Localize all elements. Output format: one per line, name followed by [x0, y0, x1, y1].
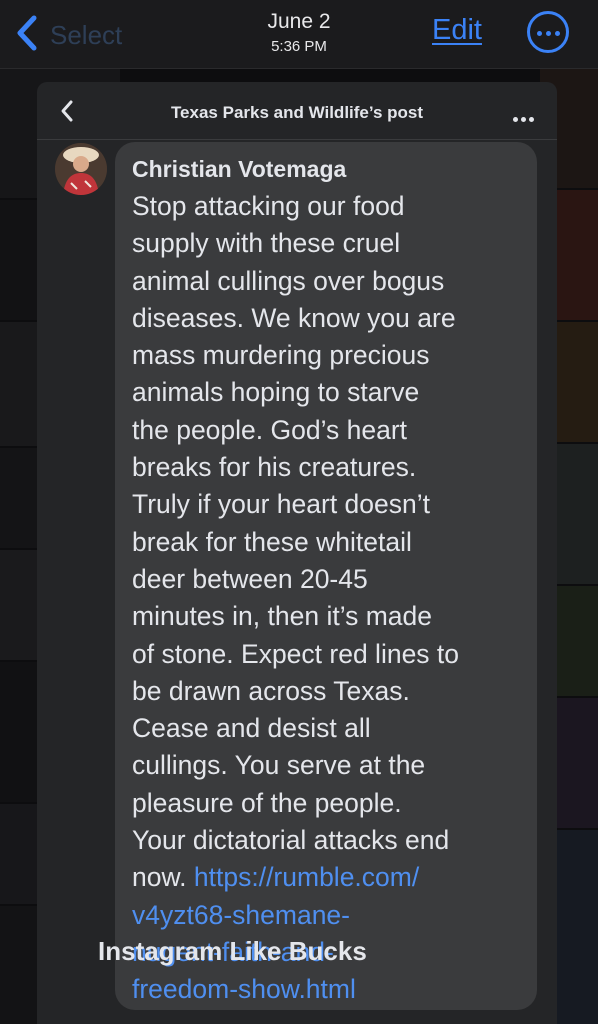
comment-line: minutes in, then it’s made: [132, 601, 433, 632]
facebook-post-panel: Texas Parks and Wildlife’s post Christia…: [37, 82, 557, 1024]
commenter-name[interactable]: Christian Votemaga: [132, 156, 346, 183]
comment-line: of stone. Expect red lines to: [132, 638, 460, 669]
comment-line: Truly if your heart doesn’t: [132, 489, 431, 520]
comment-line: pleasure of the people.: [132, 787, 402, 818]
comment-line: Cease and desist all: [132, 713, 371, 744]
comment-line: breaks for his creatures.: [132, 452, 417, 483]
comment-line: diseases. We know you are: [132, 302, 456, 333]
photo-date: June 2: [267, 10, 331, 33]
comment-line: deer between 20-45: [132, 563, 368, 594]
post-header: Texas Parks and Wildlife’s post: [37, 82, 557, 140]
comment-link[interactable]: https://rumble.com/: [194, 862, 419, 892]
comment-line: animals hoping to starve: [132, 377, 420, 408]
comment-line: mass murdering precious: [132, 340, 430, 371]
comment-line: Your dictatorial attacks end: [132, 825, 450, 856]
more-options-icon[interactable]: [527, 11, 569, 53]
ellipsis-icon[interactable]: [513, 109, 537, 127]
comment-line: cullings. You serve at the: [132, 750, 426, 781]
comment-text-end: now.: [132, 862, 194, 893]
comment-link[interactable]: freedom-show.html: [132, 971, 532, 1008]
comment-line: break for these whitetail: [132, 526, 412, 557]
post-title: Texas Parks and Wildlife’s post: [170, 103, 424, 122]
comment-link[interactable]: v4yzt68-shemane-: [132, 897, 532, 934]
comment-line: animal cullings over bogus: [132, 265, 445, 296]
comment-line: the people. God’s heart: [132, 414, 408, 445]
next-commenter-name[interactable]: Instagram Like Bucks: [98, 936, 367, 967]
comment-text: Stop attacking our food supply with thes…: [132, 188, 532, 1009]
photos-top-bar: Select June 2 5:36 PM Edit: [0, 0, 598, 69]
edit-button[interactable]: Edit: [432, 14, 482, 47]
comment-line: be drawn across Texas.: [132, 675, 410, 706]
photo-time: 5:36 PM: [271, 38, 327, 55]
comment-line: supply with these cruel: [132, 228, 401, 259]
comment-line-with-link: now. https://rumble.com/: [132, 859, 532, 896]
comment-bubble[interactable]: Christian Votemaga Stop attacking our fo…: [115, 142, 537, 1010]
comment-line: Stop attacking our food: [132, 191, 405, 221]
avatar-image: [55, 143, 107, 195]
commenter-avatar[interactable]: [55, 143, 107, 195]
